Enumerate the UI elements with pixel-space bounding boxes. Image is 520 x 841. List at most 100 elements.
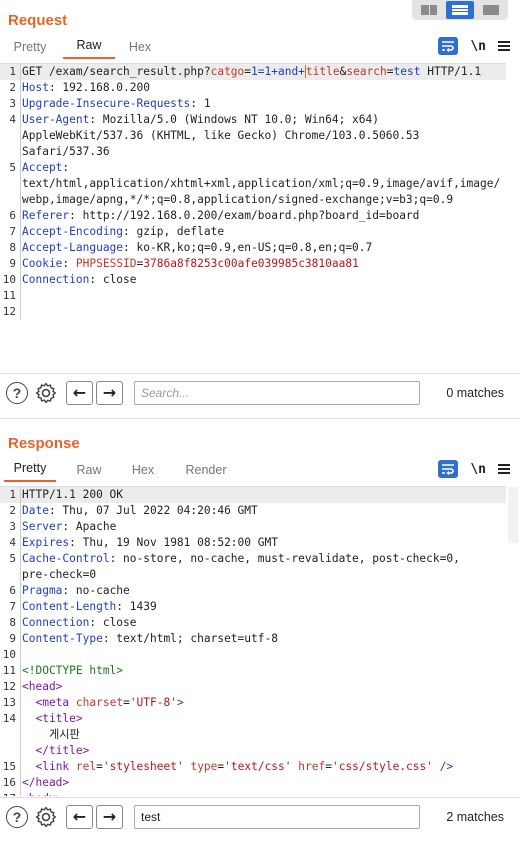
response-line[interactable]: 11 <!DOCTYPE html> xyxy=(0,663,506,679)
show-newlines-button[interactable]: \n xyxy=(470,39,486,54)
line-content: Content-Type: text/html; charset=utf-8 xyxy=(20,631,506,647)
response-line[interactable]: 6 Pragma: no-cache xyxy=(0,583,506,599)
menu-icon[interactable] xyxy=(498,464,510,474)
response-line[interactable]: 17<body> xyxy=(0,791,506,796)
line-number: 5 xyxy=(9,161,16,174)
token: : Thu, 07 Jul 2022 04:20:46 GMT xyxy=(48,504,258,517)
token: Date xyxy=(22,504,49,517)
split-horizontal-icon[interactable] xyxy=(445,1,475,19)
line-number: 5 xyxy=(9,552,16,565)
line-content: <title> 게시판 </title> xyxy=(20,711,506,759)
help-icon[interactable]: ? xyxy=(6,381,28,404)
line-content xyxy=(20,288,506,304)
line-content: Cache-Control: no-store, no-cache, must-… xyxy=(20,551,506,583)
wrap-lines-icon[interactable] xyxy=(438,460,459,478)
token: Upgrade-Insecure-Requests xyxy=(22,97,191,110)
arrow-left-icon: ← xyxy=(72,807,87,826)
response-tab-raw[interactable]: Raw xyxy=(76,463,102,482)
response-scrollbar[interactable] xyxy=(508,487,518,543)
line-number: 2 xyxy=(9,504,16,517)
request-editor[interactable]: 1 GET /exam/search_result.php?catgo = 1=1+a… xyxy=(0,63,506,372)
line-content: Date: Thu, 07 Jul 2022 04:20:46 GMT xyxy=(20,503,506,519)
token: search xyxy=(346,65,387,78)
response-line[interactable]: 7 Content-Length: 1439 xyxy=(0,599,506,615)
request-line[interactable]: 5 Accept: text/html,application/xhtml+xml… xyxy=(0,160,506,208)
request-search-input[interactable] xyxy=(134,380,420,405)
response-editor[interactable]: 1 HTTP/1.1 200 OK 2 Date: Thu, 07 Jul 2022 … xyxy=(0,486,506,796)
response-line[interactable]: 4 Expires: Thu, 19 Nov 1981 08:52:00 GMT xyxy=(0,535,506,551)
token: catgo xyxy=(210,65,245,78)
request-tab-hex[interactable]: Hex xyxy=(128,40,152,59)
response-line[interactable]: 12 <head> xyxy=(0,679,506,695)
token: test xyxy=(393,65,421,78)
next-match-button[interactable]: → xyxy=(96,804,123,829)
token: = xyxy=(123,696,130,709)
request-line[interactable]: 10 Connection: close xyxy=(0,272,506,288)
request-tools: \n xyxy=(438,37,510,55)
token: charset xyxy=(75,696,124,709)
response-line[interactable]: 14 <title> 게시판 </title> xyxy=(0,711,506,759)
request-line[interactable]: 8 Accept-Language: ko-KR,ko;q=0.9,en-US;q… xyxy=(0,240,506,256)
request-line[interactable]: 4 User-Agent: Mozilla/5.0 (Windows NT 10.… xyxy=(0,112,506,160)
response-line[interactable]: 9 Content-Type: text/html; charset=utf-8 xyxy=(0,631,506,647)
request-line[interactable]: 2 Host: 192.168.0.200 xyxy=(0,80,506,96)
request-line[interactable]: 12 xyxy=(0,304,506,320)
token: <meta xyxy=(35,696,76,709)
token: type xyxy=(190,760,218,773)
line-number: 14 xyxy=(2,712,16,725)
next-match-button[interactable]: → xyxy=(96,380,123,405)
request-line[interactable]: 6 Referer: http://192.168.0.200/exam/boar… xyxy=(0,208,506,224)
help-icon[interactable]: ? xyxy=(6,805,28,828)
token: <title> xyxy=(35,712,83,725)
line-number: 7 xyxy=(9,225,16,238)
single-pane-icon[interactable] xyxy=(476,1,505,19)
request-tab-raw[interactable]: Raw xyxy=(63,38,115,59)
gear-icon[interactable] xyxy=(34,805,58,829)
gear-icon[interactable] xyxy=(34,381,58,405)
show-newlines-button[interactable]: \n xyxy=(470,462,486,477)
response-tab-hex[interactable]: Hex xyxy=(131,463,155,482)
token: Expires xyxy=(22,536,70,549)
response-line[interactable]: 3 Server: Apache xyxy=(0,519,506,535)
response-tab-pretty[interactable]: Pretty xyxy=(4,461,56,482)
line-number: 9 xyxy=(9,632,16,645)
response-line[interactable]: 16 </head> xyxy=(0,775,506,791)
response-line[interactable]: 10 xyxy=(0,647,506,663)
previous-match-button[interactable]: ← xyxy=(66,804,93,829)
token: 3786a8f8253c00afe039985c3810aa81 xyxy=(143,257,359,270)
line-number: 3 xyxy=(9,97,16,110)
line-content xyxy=(20,304,506,320)
request-tab-pretty[interactable]: Pretty xyxy=(13,40,47,59)
line-content: <body> xyxy=(20,791,506,796)
token: : Thu, 19 Nov 1981 08:52:00 GMT xyxy=(69,536,278,549)
response-search-input[interactable] xyxy=(134,804,420,829)
response-line[interactable]: 15 <link rel='stylesheet' type='text/css… xyxy=(0,759,506,775)
line-content xyxy=(20,647,506,663)
token: : xyxy=(62,257,76,270)
request-line[interactable]: 11 xyxy=(0,288,506,304)
response-line[interactable]: 2 Date: Thu, 07 Jul 2022 04:20:46 GMT xyxy=(0,503,506,519)
line-content: Accept-Encoding: gzip, deflate xyxy=(20,224,506,240)
response-line[interactable]: 13 <meta charset='UTF-8'> xyxy=(0,695,506,711)
token: title xyxy=(305,65,340,78)
request-line[interactable]: 1 GET /exam/search_result.php?catgo = 1=1+a… xyxy=(0,64,506,80)
line-content: Connection: close xyxy=(20,272,506,288)
response-line[interactable]: 8 Connection: close xyxy=(0,615,506,631)
request-search-bar: ? ← → 0 matches xyxy=(0,373,520,411)
response-line[interactable]: 5 Cache-Control: no-store, no-cache, must… xyxy=(0,551,506,583)
previous-match-button[interactable]: ← xyxy=(66,380,93,405)
request-line[interactable]: 3 Upgrade-Insecure-Requests: 1 xyxy=(0,96,506,112)
request-line[interactable]: 7 Accept-Encoding: gzip, deflate xyxy=(0,224,506,240)
split-vertical-icon[interactable] xyxy=(415,1,444,19)
response-tab-render[interactable]: Render xyxy=(184,463,228,482)
wrap-lines-icon[interactable] xyxy=(438,37,459,55)
response-line[interactable]: 1 HTTP/1.1 200 OK xyxy=(0,487,506,503)
token: Connection xyxy=(22,616,90,629)
token: GET /exam/search_result.php? xyxy=(22,65,211,78)
request-line[interactable]: 9 Cookie: PHPSESSID=3786a8f8253c00afe0399… xyxy=(0,256,506,272)
pane-divider[interactable] xyxy=(0,418,520,428)
line-number: 6 xyxy=(9,584,16,597)
token: Cache-Control xyxy=(22,552,110,565)
menu-icon[interactable] xyxy=(498,41,510,51)
line-content: </head> xyxy=(20,775,506,791)
